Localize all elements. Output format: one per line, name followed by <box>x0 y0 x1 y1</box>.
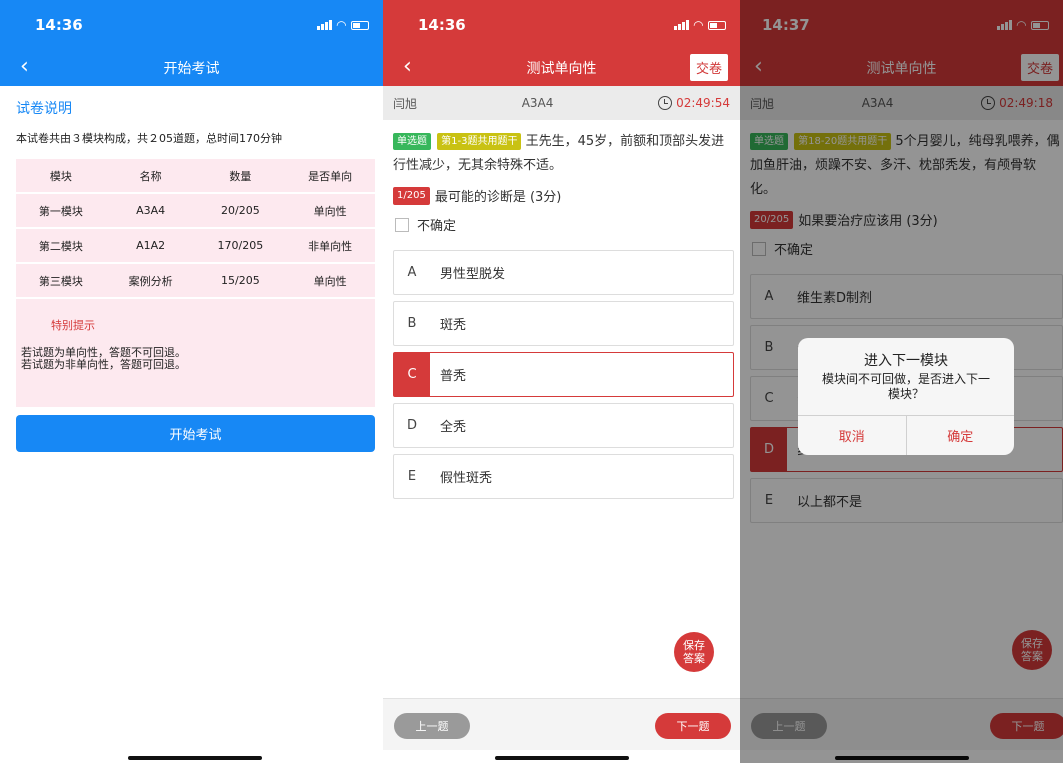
tip-box: 特别提示 若试题为单向性，答题不可回退。 若试题为非单向性，答题可回退。 <box>16 299 375 407</box>
table-row: 第二模块 A1A2 170/205 非单向性 <box>16 229 375 262</box>
timer-value: 02:49:54 <box>676 96 730 110</box>
status-time: 14:36 <box>35 16 83 34</box>
module-name: A3A4 <box>521 96 554 110</box>
home-indicator[interactable] <box>128 756 262 760</box>
tip-line: 若试题为非单向性，答题可回退。 <box>21 358 186 371</box>
dialog-title: 进入下一模块 <box>864 353 948 369</box>
option-text: 男性型脱发 <box>440 267 506 282</box>
table-header-cell: 名称 <box>139 169 162 183</box>
cancel-button[interactable]: 取消 <box>798 416 907 455</box>
status-bar: 14:36 ◠ <box>383 0 740 50</box>
table-cell: 第三模块 <box>38 274 83 288</box>
option-letter: B <box>407 316 417 331</box>
paper-description: 本试卷共由３模块构成，共２05道题，总时间170分钟 <box>16 132 282 145</box>
checkbox-icon[interactable] <box>395 217 409 232</box>
table-cell: 20/205 <box>221 204 260 217</box>
bottom-bar: 上一题 下一题 <box>383 698 740 750</box>
battery-icon <box>708 20 726 30</box>
option-list: A 男性型脱发 B 斑秃 C 普秃 D 全秃 E 假性斑秃 <box>383 234 740 499</box>
question-number: 1/205 <box>393 186 430 205</box>
dialog-message: 模块间不可回做，是否进入下一模块？ <box>821 372 990 401</box>
table-row: 第三模块 案例分析 15/205 单向性 <box>16 264 375 297</box>
save-label: 答案 <box>683 652 705 665</box>
next-module-dialog: 进入下一模块 模块间不可回做，是否进入下一模块？ 取消 确定 <box>798 338 1014 455</box>
module-table: 模块 名称 数量 是否单向 第一模块 A3A4 20/205 单向性 第二模块 … <box>16 159 375 297</box>
table-cell: 单向性 <box>313 274 347 288</box>
wifi-icon: ◠ <box>693 18 703 32</box>
option-a[interactable]: A 男性型脱发 <box>393 250 734 295</box>
option-text: 假性斑秃 <box>440 471 493 486</box>
table-header-cell: 模块 <box>49 169 72 183</box>
shared-stem-tag: 第1-3题共用题干 <box>437 133 522 150</box>
table-cell: A3A4 <box>136 204 166 217</box>
nav-header: ‹ 测试单向性 交卷 <box>383 50 740 86</box>
wifi-icon: ◠ <box>336 18 346 32</box>
option-text: 斑秃 <box>440 318 467 333</box>
page-title: 测试单向性 <box>526 61 597 77</box>
paper-title: 试卷说明 <box>16 101 72 117</box>
table-header-cell: 数量 <box>229 169 252 183</box>
info-bar: 闫旭 A3A4 02:49:54 <box>383 86 740 120</box>
table-cell: 第一模块 <box>38 204 83 218</box>
option-letter: D <box>406 418 417 433</box>
confirm-button[interactable]: 确定 <box>907 416 1015 455</box>
save-label: 保存 <box>683 639 705 652</box>
table-cell: 单向性 <box>313 204 347 218</box>
option-c[interactable]: C 普秃 <box>393 352 734 397</box>
chevron-left-icon[interactable]: ‹ <box>20 56 29 78</box>
user-name: 闫旭 <box>393 96 418 111</box>
nav-header: ‹ 开始考试 <box>0 50 383 86</box>
signal-icon <box>317 20 332 30</box>
table-row: 第一模块 A3A4 20/205 单向性 <box>16 194 375 227</box>
status-time: 14:36 <box>418 16 466 34</box>
option-d[interactable]: D 全秃 <box>393 403 734 448</box>
clock-icon <box>658 96 673 110</box>
save-answer-button[interactable]: 保存 答案 <box>674 632 714 672</box>
signal-icon <box>674 20 689 30</box>
table-cell: 非单向性 <box>308 239 353 253</box>
question-line: 1/205 最可能的诊断是 (3分) <box>383 178 740 205</box>
status-icons: ◠ <box>317 18 369 32</box>
option-b[interactable]: B 斑秃 <box>393 301 734 346</box>
battery-icon <box>351 20 369 30</box>
table-cell: A1A2 <box>136 239 166 252</box>
option-text: 全秃 <box>440 420 467 435</box>
next-question-button[interactable]: 下一题 <box>655 713 731 739</box>
option-letter: A <box>407 265 417 280</box>
status-bar: 14:36 ◠ <box>0 0 383 50</box>
option-letter: C <box>394 353 430 396</box>
question-type-tag: 单选题 <box>393 133 431 150</box>
page-title: 开始考试 <box>163 61 220 77</box>
option-text: 普秃 <box>440 369 467 384</box>
tip-title: 特别提示 <box>51 319 95 332</box>
home-indicator[interactable] <box>495 756 629 760</box>
table-header-cell: 是否单向 <box>308 169 353 183</box>
unsure-label: 不确定 <box>417 219 457 234</box>
option-e[interactable]: E 假性斑秃 <box>393 454 734 499</box>
timer: 02:49:54 <box>658 96 730 110</box>
question-stem: 单选题 第1-3题共用题干 王先生，45岁，前额和顶部头发进行性减少，无其余特殊… <box>383 120 740 178</box>
status-icons: ◠ <box>674 18 726 32</box>
table-header: 模块 名称 数量 是否单向 <box>16 159 375 192</box>
option-letter: E <box>407 469 417 484</box>
start-exam-button[interactable]: 开始考试 <box>16 415 375 452</box>
table-cell: 170/205 <box>217 239 264 252</box>
question-screen-1: 14:36 ◠ ‹ 测试单向性 交卷 闫旭 A3A4 02:49:54 单选题 … <box>383 0 740 763</box>
question-text: 最可能的诊断是 (3分) <box>434 190 562 205</box>
chevron-left-icon[interactable]: ‹ <box>403 56 412 78</box>
prev-question-button[interactable]: 上一题 <box>394 713 470 739</box>
submit-exam-button[interactable]: 交卷 <box>689 54 728 81</box>
unsure-checkbox[interactable]: 不确定 <box>383 205 740 234</box>
table-cell: 15/205 <box>221 274 260 287</box>
table-cell: 第二模块 <box>38 239 83 253</box>
table-cell: 案例分析 <box>128 274 173 288</box>
question-screen-20: 14:37 ◠ ‹ 测试单向性 交卷 闫旭 A3A4 02:49:18 单选题 … <box>740 0 1063 763</box>
intro-screen: 14:36 ◠ ‹ 开始考试 试卷说明 本试卷共由３模块构成，共２05道题，总时… <box>0 0 383 763</box>
